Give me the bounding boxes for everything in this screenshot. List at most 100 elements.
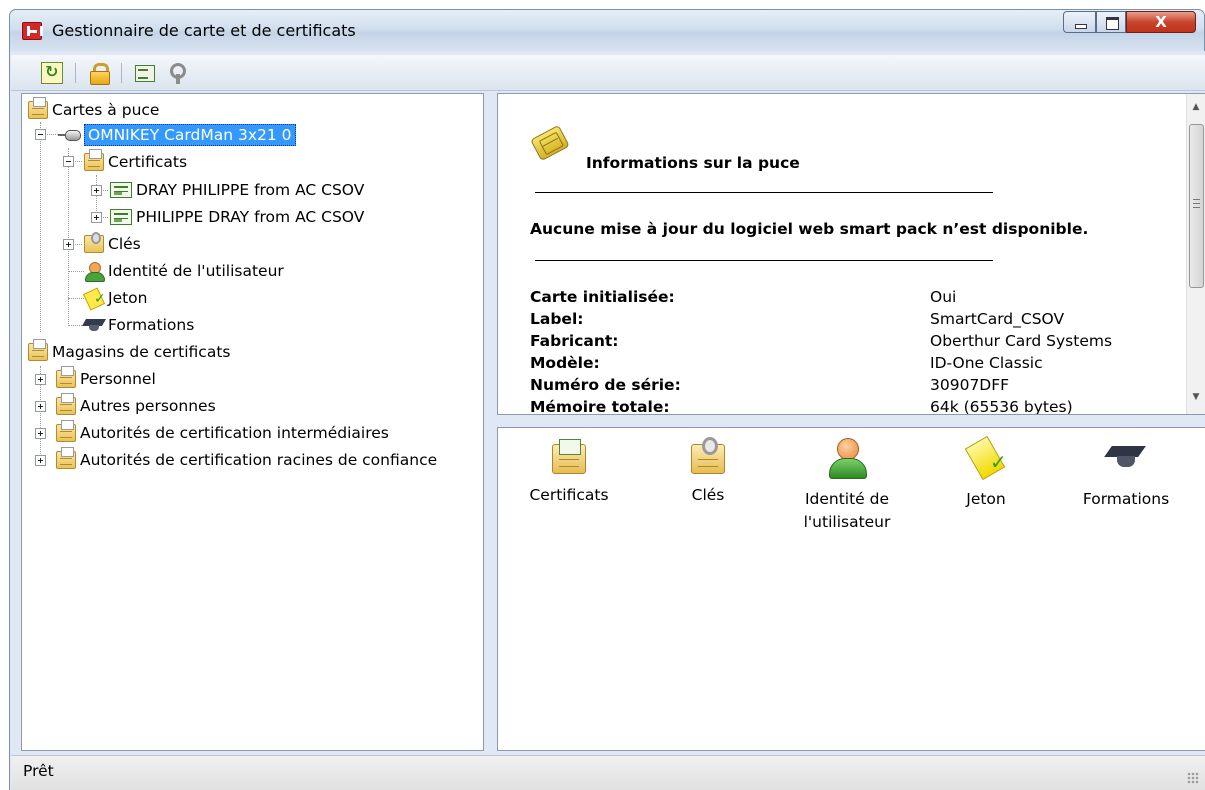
scroll-up-icon[interactable]: ▲ xyxy=(1187,98,1205,116)
property-value: Oui xyxy=(930,288,957,306)
status-text: Prêt xyxy=(23,762,54,780)
tree-node-certificate[interactable]: PHILIPPE DRAY from AC CSOV xyxy=(110,205,364,229)
grip-icon xyxy=(1193,199,1200,208)
vertical-scrollbar[interactable]: ▲ ▼ xyxy=(1186,94,1205,414)
tree-node-label: Autorités de certification intermédiaire… xyxy=(80,424,389,442)
property-key: Modèle: xyxy=(530,354,600,372)
tree-node-label: Jeton xyxy=(108,289,148,307)
pane-splitter[interactable] xyxy=(485,93,497,751)
tree-node-token[interactable]: Jeton xyxy=(84,286,148,310)
close-icon: X xyxy=(1155,13,1167,31)
property-value: SmartCard_CSOV xyxy=(930,310,1065,328)
folder-icon xyxy=(56,420,76,442)
scroll-thumb[interactable] xyxy=(1189,124,1204,288)
card-reader-icon xyxy=(58,129,81,141)
info-title: Informations sur la puce xyxy=(586,154,800,172)
lock-icon[interactable] xyxy=(88,62,110,85)
expand-toggle[interactable] xyxy=(35,455,46,466)
tree-node-reader[interactable]: OMNIKEY CardMan 3x21 0 xyxy=(58,123,296,147)
expand-toggle[interactable] xyxy=(35,374,46,385)
divider xyxy=(535,260,993,261)
tree-node-label: Personnel xyxy=(80,370,156,388)
close-button[interactable]: X xyxy=(1126,11,1196,33)
keys-folder-icon xyxy=(84,232,104,253)
graduation-cap-icon xyxy=(1106,438,1146,478)
app-icon[interactable] xyxy=(22,22,43,40)
icon-item-label: Clés xyxy=(691,486,725,504)
icon-item-label: Formations xyxy=(1082,490,1170,508)
certificates-folder-icon xyxy=(552,439,586,474)
title-bar[interactable]: Gestionnaire de carte et de certificats … xyxy=(9,9,1205,51)
toolbar-separator xyxy=(121,63,122,83)
tree-node-certificates[interactable]: Certificats xyxy=(84,149,187,174)
collapse-toggle[interactable] xyxy=(63,156,74,167)
property-value: 64k (65536 bytes) xyxy=(930,398,1073,415)
tree-node-store-intermediate-ca[interactable]: Autorités de certification intermédiaire… xyxy=(56,420,389,445)
toolbar xyxy=(11,55,1205,91)
tree-node-certificate[interactable]: DRAY PHILIPPE from AC CSOV xyxy=(110,178,364,202)
icon-item-certificates[interactable]: Certificats xyxy=(509,438,629,507)
icon-item-token[interactable]: Jeton xyxy=(926,438,1046,511)
tree-node-store-other-people[interactable]: Autres personnes xyxy=(56,393,216,418)
tree-node-label: OMNIKEY CardMan 3x21 0 xyxy=(84,124,296,146)
tree-connector xyxy=(68,298,84,299)
tree-node-user-identity[interactable]: Identité de l'utilisateur xyxy=(84,259,284,283)
refresh-icon[interactable] xyxy=(41,62,63,84)
update-message: Aucune mise à jour du logiciel web smart… xyxy=(530,220,1089,238)
tree-node-smartcards[interactable]: Cartes à puce xyxy=(28,97,160,122)
tree-connector xyxy=(68,271,84,272)
resize-grip-icon[interactable] xyxy=(1187,772,1199,784)
toolbar-separator xyxy=(75,63,76,83)
minimize-button[interactable] xyxy=(1063,11,1096,33)
property-key: Label: xyxy=(530,310,584,328)
icon-item-label: Certificats xyxy=(529,486,609,504)
icon-item-trainings[interactable]: Formations xyxy=(1066,438,1186,511)
folder-icon xyxy=(56,366,76,388)
icon-view[interactable]: Certificats Clés Identité de l'utilisate… xyxy=(497,427,1205,751)
status-bar: Prêt xyxy=(11,755,1205,790)
export-certificate-icon[interactable] xyxy=(133,62,155,84)
icon-item-label: Jeton xyxy=(966,490,1006,508)
expand-toggle[interactable] xyxy=(91,185,102,196)
user-identity-icon xyxy=(84,262,105,282)
tree-connector xyxy=(40,122,41,332)
icon-item-keys[interactable]: Clés xyxy=(648,437,768,507)
folder-icon xyxy=(28,97,48,119)
folder-icon xyxy=(56,393,76,415)
tree-node-label: Clés xyxy=(108,235,141,253)
tree-node-label: Autres personnes xyxy=(80,397,216,415)
certificate-icon xyxy=(110,182,132,198)
expand-toggle[interactable] xyxy=(91,212,102,223)
keys-folder-icon xyxy=(691,437,725,474)
collapse-toggle[interactable] xyxy=(35,129,46,140)
tree-node-label: Identité de l'utilisateur xyxy=(108,262,284,280)
tree-node-label: DRAY PHILIPPE from AC CSOV xyxy=(136,181,365,199)
tree-connector xyxy=(96,175,97,217)
tree-connector xyxy=(68,148,69,326)
tree-node-trainings[interactable]: Formations xyxy=(84,313,194,337)
tree-node-label: Cartes à puce xyxy=(52,101,160,119)
tree-node-certificate-stores[interactable]: Magasins de certificats xyxy=(28,339,230,364)
expand-toggle[interactable] xyxy=(63,239,74,250)
folder-icon xyxy=(84,149,104,171)
keys-icon[interactable] xyxy=(166,62,188,84)
scroll-down-icon[interactable]: ▼ xyxy=(1187,388,1205,406)
smartcard-chip-icon xyxy=(530,124,570,162)
certificate-icon xyxy=(110,209,132,225)
icon-item-user-identity[interactable]: Identité de l'utilisateur xyxy=(787,438,907,534)
divider xyxy=(535,192,993,193)
property-key: Numéro de série: xyxy=(530,376,681,394)
expand-toggle[interactable] xyxy=(35,428,46,439)
window-title: Gestionnaire de carte et de certificats xyxy=(52,21,356,40)
token-icon xyxy=(966,438,1007,478)
property-value: Oberthur Card Systems xyxy=(930,332,1113,350)
tree-view[interactable]: Cartes à puce OMNIKEY CardMan 3x21 0 Cer… xyxy=(21,93,484,751)
tree-node-keys[interactable]: Clés xyxy=(84,232,141,256)
property-value: 30907DFF xyxy=(930,376,1010,394)
tree-node-label: PHILIPPE DRAY from AC CSOV xyxy=(136,208,365,226)
chip-info-pane: Informations sur la puce Aucune mise à j… xyxy=(497,93,1205,415)
tree-node-store-personal[interactable]: Personnel xyxy=(56,366,156,391)
maximize-button[interactable] xyxy=(1096,11,1126,33)
tree-node-store-trusted-root-ca[interactable]: Autorités de certification racines de co… xyxy=(56,447,437,472)
expand-toggle[interactable] xyxy=(35,401,46,412)
